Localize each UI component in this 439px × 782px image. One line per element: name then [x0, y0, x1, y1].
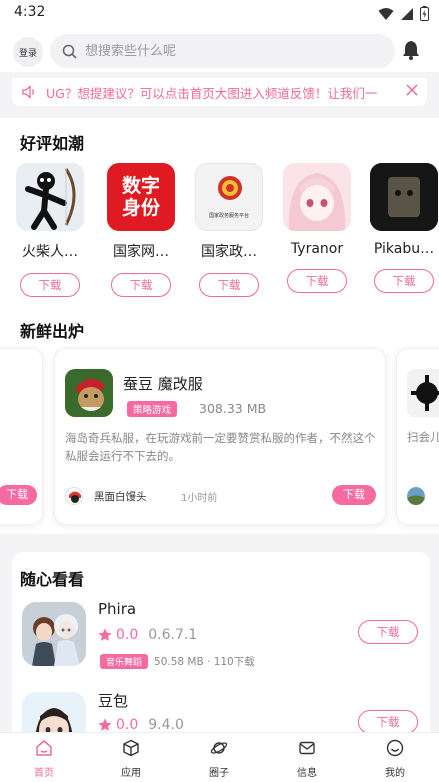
system-icons	[378, 6, 429, 21]
phira-app-icon	[22, 602, 86, 666]
featured-description: 海岛奇兵私服，在玩游戏前一定要赞赏私服的作者，不然这个私服会运行不下去的。	[65, 431, 376, 463]
tyranor-app-icon	[283, 163, 351, 231]
download-button[interactable]: 下载	[332, 485, 376, 505]
pikabu-app-icon	[370, 163, 438, 231]
nav-item-home[interactable]: 首页	[14, 739, 74, 779]
digital-id-app-icon: 数字身份	[107, 163, 175, 231]
search-input[interactable]	[85, 43, 375, 59]
section-title: 随心看看	[20, 570, 85, 589]
bell-icon[interactable]	[402, 40, 420, 60]
nav-label: 我的	[385, 768, 405, 779]
speaker-icon	[22, 85, 34, 99]
cube-icon	[123, 739, 139, 757]
download-button[interactable]: 下载	[374, 269, 434, 293]
wifi-icon	[378, 7, 394, 20]
file-size: 308.33 MB	[199, 401, 267, 416]
gov-service-app-icon: 国家政务服务平台	[195, 163, 263, 231]
app-item[interactable]: Tyranor 下载	[281, 163, 353, 293]
nav-label: 信息	[297, 768, 317, 779]
new-arrivals-section: 新鲜出炉 下载 蚕豆 魔改服 策略游戏 308.33 MB 海岛奇兵私服，在玩游…	[0, 308, 439, 534]
battery-icon	[420, 6, 429, 21]
top-rated-section: 好评如潮 火柴人… 下载 数字身份 国家网… 下载 国家政务服务平台 国家政… …	[0, 118, 439, 308]
search-icon	[62, 44, 77, 59]
random-picks-section: 随心看看 Phira 0.0 0.6.7.1 音乐舞蹈 50.58 MB · 1…	[12, 552, 430, 756]
stickman-app-icon	[16, 163, 84, 231]
star-icon	[98, 718, 112, 731]
app-name: 国家网…	[113, 244, 169, 260]
smile-icon	[386, 739, 404, 757]
next-card-text: 扫会儿	[407, 430, 439, 444]
mail-icon	[299, 741, 315, 755]
category-tag: 策略游戏	[127, 401, 178, 417]
size-downloads: 50.58 MB · 110下载	[154, 656, 255, 668]
app-item[interactable]: 数字身份 国家网… 下载	[105, 163, 177, 297]
featured-title: 蚕豆 魔改服	[123, 375, 203, 393]
nav-label: 应用	[121, 768, 141, 779]
download-button[interactable]: 下载	[0, 485, 37, 505]
download-button[interactable]: 下载	[358, 620, 418, 644]
status-bar: 4:32	[0, 0, 439, 28]
star-icon	[98, 628, 112, 641]
prev-card[interactable]: 下载	[0, 348, 43, 525]
author-name[interactable]: 黑面白馒头	[94, 489, 147, 504]
nav-label: 圈子	[209, 768, 229, 779]
download-button[interactable]: 下载	[358, 710, 418, 734]
author-avatar[interactable]	[407, 487, 425, 505]
app-name: Tyranor	[290, 241, 344, 257]
post-time: 1小时前	[181, 493, 218, 504]
planet-icon	[210, 742, 228, 754]
notice-banner[interactable]: UG？想提建议？可以点击首页大图进入频道反馈！让我们一	[12, 78, 427, 106]
home-icon	[36, 740, 52, 756]
app-icon-label: 国家政务服务平台	[208, 213, 249, 219]
featured-app-icon	[65, 369, 113, 417]
app-name: 国家政…	[201, 244, 257, 260]
category-tag: 音乐舞蹈	[100, 654, 149, 669]
list-item[interactable]: Phira 0.0 0.6.7.1 音乐舞蹈 50.58 MB · 110下载 …	[12, 600, 430, 688]
section-title: 新鲜出炉	[20, 322, 85, 341]
close-icon[interactable]	[405, 83, 419, 97]
app-icon-label: 数字身份	[121, 175, 160, 219]
section-title: 好评如潮	[20, 134, 85, 153]
bottom-nav: 首页 应用 圈子 信息 我的	[0, 732, 439, 782]
download-button[interactable]: 下载	[287, 269, 347, 293]
top-bar: 登录	[0, 28, 439, 72]
app-version: 9.4.0	[148, 717, 184, 733]
author-avatar[interactable]	[65, 487, 83, 505]
app-name: 火柴人…	[22, 244, 78, 260]
featured-card[interactable]: 蚕豆 魔改服 策略游戏 308.33 MB 海岛奇兵私服，在玩游戏前一定要赞赏私…	[54, 348, 386, 525]
notice-text: UG？想提建议？可以点击首页大图进入频道反馈！让我们一	[46, 85, 378, 101]
nav-label: 首页	[34, 768, 54, 779]
app-name: Pikabu…	[373, 241, 435, 257]
next-app-icon	[407, 369, 439, 417]
nav-item-messages[interactable]: 信息	[277, 739, 337, 779]
nav-item-profile[interactable]: 我的	[365, 739, 425, 779]
download-button[interactable]: 下载	[111, 273, 171, 297]
next-card[interactable]: 扫会儿	[396, 348, 439, 525]
nav-item-circle[interactable]: 圈子	[189, 739, 249, 779]
app-item[interactable]: Pikabu… 下载	[368, 163, 439, 293]
login-button[interactable]: 登录	[13, 37, 43, 67]
app-item[interactable]: 火柴人… 下载	[14, 163, 86, 297]
status-time: 4:32	[14, 4, 46, 20]
search-box[interactable]	[50, 34, 395, 68]
app-version: 0.6.7.1	[148, 627, 198, 643]
signal-icon	[401, 7, 413, 20]
app-name: Phira	[98, 600, 137, 618]
nav-item-apps[interactable]: 应用	[101, 739, 161, 779]
download-button[interactable]: 下载	[199, 273, 259, 297]
app-name: 豆包	[98, 692, 129, 710]
app-item[interactable]: 国家政务服务平台 国家政… 下载	[193, 163, 265, 297]
rating-score: 0.0	[116, 717, 139, 733]
rating-score: 0.0	[116, 627, 139, 643]
download-button[interactable]: 下载	[20, 273, 80, 297]
